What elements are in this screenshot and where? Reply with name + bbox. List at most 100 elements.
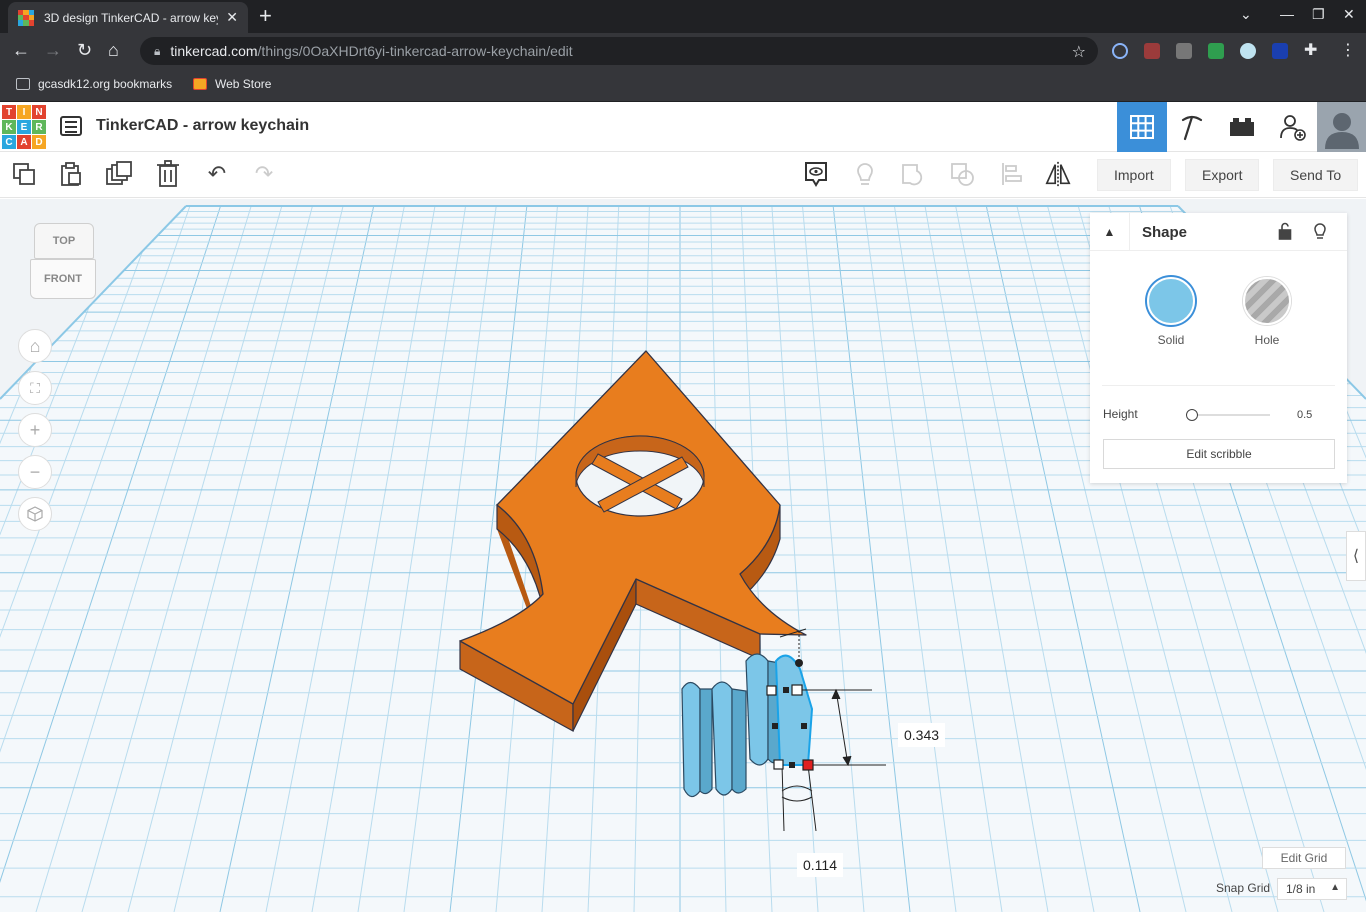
height-label: Height (1103, 407, 1138, 421)
solid-label: Solid (1157, 333, 1185, 347)
edit-grid-button[interactable]: Edit Grid (1262, 847, 1346, 869)
extension-icon-3[interactable] (1176, 43, 1192, 59)
bookmark-web-store[interactable]: Web Store (193, 77, 271, 91)
tinkercad-header: T I N K E R C A D TinkerCAD - arrow keyc… (0, 102, 1366, 152)
browser-tab-title: 3D design TinkerCAD - arrow key (44, 10, 219, 25)
url-host: tinkercad.com (170, 43, 258, 59)
paste-icon[interactable] (57, 160, 85, 188)
logo-letter: I (17, 105, 31, 119)
close-window-icon[interactable]: ✕ (1343, 6, 1355, 23)
address-bar[interactable]: 🔒︎ tinkercad.com/things/0OaXHDrt6yi-tink… (140, 37, 1098, 65)
export-button[interactable]: Export (1185, 159, 1260, 191)
forward-icon[interactable]: → (44, 40, 62, 61)
width-dimension-input[interactable]: 0.114 (797, 853, 843, 877)
browser-tab[interactable]: 3D design TinkerCAD - arrow key ✕ (8, 2, 248, 33)
extension-icon-5[interactable] (1240, 43, 1256, 59)
chrome-menu-icon[interactable]: ⋮ (1340, 40, 1356, 60)
light-bulb-icon[interactable] (1312, 221, 1328, 246)
inspector-title: Shape (1142, 224, 1188, 241)
hole-label: Hole (1254, 333, 1280, 347)
lock-icon: 🔒︎ (154, 43, 161, 58)
extension-icon-6[interactable] (1272, 43, 1288, 59)
copy-icon[interactable] (10, 160, 38, 188)
send-to-button[interactable]: Send To (1273, 159, 1359, 191)
solid-color-swatch[interactable] (1147, 277, 1195, 325)
caret-up-icon: ▲ (1330, 882, 1340, 893)
3d-design-view-button[interactable] (1117, 102, 1167, 152)
height-value[interactable]: 0.5 (1297, 409, 1312, 421)
avatar-icon (1324, 113, 1359, 149)
shape-inspector: ▲ Shape Solid Hole Height 0.5 Edit scrib… (1090, 213, 1347, 483)
logo-letter: N (32, 105, 46, 119)
zoom-out-icon[interactable]: − (18, 455, 52, 489)
invite-user-button[interactable] (1267, 102, 1317, 152)
zoom-in-icon[interactable]: + (18, 413, 52, 447)
perspective-icon[interactable] (18, 497, 52, 531)
inspector-header: ▲ Shape (1090, 213, 1347, 251)
tinkercad-logo[interactable]: T I N K E R C A D (2, 105, 46, 149)
folder-icon (16, 78, 30, 90)
home-view-icon[interactable]: ⌂ (18, 329, 52, 363)
pickaxe-icon (1181, 115, 1203, 141)
resize-handle (772, 723, 778, 729)
snap-grid-select[interactable]: 1/8 in ▲ (1277, 878, 1347, 900)
reload-icon[interactable]: ↻ (77, 40, 92, 61)
ungroup-icon[interactable] (949, 160, 977, 188)
brick-icon (1230, 118, 1254, 136)
workplane[interactable]: TOP FRONT ⌂ ⛶ + − ▲ Shape Solid Hole Hei… (0, 199, 1366, 912)
home-icon[interactable]: ⌂ (108, 40, 119, 61)
mirror-icon[interactable] (1044, 160, 1072, 188)
codeblocks-view-button[interactable] (1167, 102, 1217, 152)
extension-icon-1[interactable] (1112, 43, 1128, 59)
add-user-icon (1280, 115, 1306, 141)
lock-icon[interactable] (1278, 222, 1292, 244)
logo-letter: C (2, 135, 16, 149)
tinkercad-favicon-icon (18, 9, 34, 26)
user-avatar[interactable] (1317, 102, 1366, 152)
edit-toolbar: ↶ ↷ Import Export Send To (0, 152, 1366, 198)
height-handle (795, 659, 803, 667)
inspector-divider (1102, 385, 1335, 386)
design-title[interactable]: TinkerCAD - arrow keychain (96, 117, 309, 135)
logo-letter: K (2, 120, 16, 134)
view-cube-front[interactable]: FRONT (30, 259, 96, 299)
maximize-icon[interactable]: ❐ (1312, 6, 1325, 23)
fit-view-icon[interactable]: ⛶ (18, 371, 52, 405)
back-icon[interactable]: ← (12, 40, 30, 61)
expand-panel-icon[interactable]: ⟨ (1346, 531, 1366, 581)
redo-icon[interactable]: ↷ (250, 160, 278, 188)
edit-scribble-button[interactable]: Edit scribble (1103, 439, 1335, 469)
logo-letter: R (32, 120, 46, 134)
duplicate-icon[interactable] (105, 160, 133, 188)
view-cube[interactable]: TOP FRONT (30, 223, 96, 303)
collapse-inspector-icon[interactable]: ▲ (1090, 213, 1130, 251)
bookmark-folder[interactable]: gcasdk12.org bookmarks (16, 77, 172, 91)
import-button[interactable]: Import (1097, 159, 1171, 191)
resize-handle (766, 685, 777, 696)
extension-icon-4[interactable] (1208, 43, 1224, 59)
tab-search-icon[interactable]: ⌄ (1240, 6, 1252, 23)
url-path: /things/0OaXHDrt6yi-tinkercad-arrow-keyc… (257, 43, 573, 59)
minimize-icon[interactable]: — (1280, 6, 1294, 22)
group-icon[interactable] (900, 160, 928, 188)
hole-swatch[interactable] (1243, 277, 1291, 325)
design-menu-icon[interactable] (60, 116, 82, 136)
logo-letter: T (2, 105, 16, 119)
delete-icon[interactable] (154, 160, 182, 188)
extension-icon-2[interactable] (1144, 43, 1160, 59)
new-tab-icon[interactable]: + (259, 4, 272, 28)
extensions-puzzle-icon[interactable]: ✚ (1304, 40, 1317, 60)
bricks-view-button[interactable] (1217, 102, 1267, 152)
logo-letter: E (17, 120, 31, 134)
show-notes-icon[interactable] (802, 160, 830, 188)
light-bulb-icon[interactable] (851, 160, 879, 188)
height-dimension-input[interactable]: 0.343 (898, 723, 946, 747)
height-slider-track[interactable] (1186, 414, 1270, 416)
height-slider-knob[interactable] (1186, 409, 1198, 421)
bookmark-star-icon[interactable]: ☆ (1072, 42, 1086, 62)
undo-icon[interactable]: ↶ (203, 160, 231, 188)
close-tab-icon[interactable]: ✕ (226, 9, 238, 26)
align-icon[interactable] (998, 160, 1026, 188)
view-cube-top[interactable]: TOP (34, 223, 94, 259)
resize-handle (783, 687, 789, 693)
